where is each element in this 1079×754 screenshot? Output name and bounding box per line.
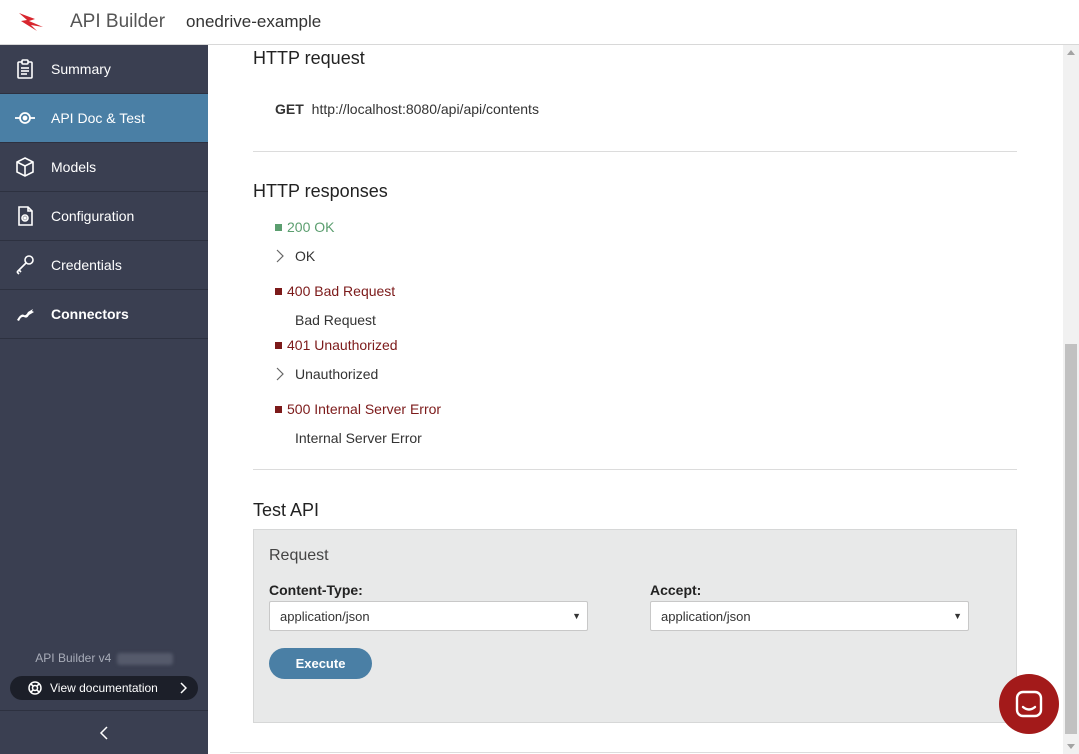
plug-icon	[14, 303, 36, 325]
app-name[interactable]: API Builder	[70, 11, 165, 33]
main-content: HTTP request GET http://localhost:8080/a…	[208, 45, 1063, 754]
chevron-right-icon[interactable]	[276, 249, 284, 263]
lifebuoy-icon	[28, 681, 42, 695]
project-name: onedrive-example	[186, 12, 322, 31]
scrollbar-thumb[interactable]	[1065, 344, 1077, 734]
version-text: API Builder v4	[35, 651, 112, 665]
sidebar-item-models[interactable]: Models	[0, 143, 208, 192]
response-code-text: 500 Internal Server Error	[287, 401, 442, 417]
request-line: GET http://localhost:8080/api/api/conten…	[275, 101, 539, 117]
api-node-icon	[14, 107, 36, 129]
sidebar-item-label: Credentials	[51, 257, 122, 273]
sidebar-item-label: Configuration	[51, 208, 135, 224]
clipboard-icon	[14, 58, 36, 80]
response-desc-text: Internal Server Error	[295, 430, 422, 446]
content-type-value: application/json	[280, 608, 370, 624]
execute-button[interactable]: Execute	[269, 648, 372, 679]
collapse-sidebar-button[interactable]	[0, 710, 208, 754]
sidebar: Summary API Doc & Test Models Configurat…	[0, 45, 208, 754]
response-code-text: 401 Unauthorized	[287, 337, 398, 353]
request-panel-title: Request	[269, 547, 329, 564]
status-ok-square	[275, 223, 282, 231]
view-documentation-button[interactable]: View documentation	[10, 676, 198, 700]
chat-icon	[1015, 690, 1043, 718]
sidebar-item-label: Models	[51, 159, 97, 175]
cube-icon	[14, 156, 36, 178]
http-responses-heading: HTTP responses	[253, 181, 388, 201]
response-desc-401[interactable]: Unauthorized	[276, 366, 379, 382]
request-url: http://localhost:8080/api/api/contents	[311, 101, 539, 117]
response-code-500: 500 Internal Server Error	[275, 401, 441, 417]
chevron-right-icon	[180, 682, 187, 694]
sidebar-item-connectors[interactable]: Connectors	[0, 290, 208, 339]
version-label: API Builder v4	[0, 651, 208, 665]
http-request-heading: HTTP request	[253, 48, 365, 68]
response-code-text: 200 OK	[287, 219, 335, 235]
sidebar-item-credentials[interactable]: Credentials	[0, 241, 208, 290]
sidebar-item-label: Summary	[51, 61, 111, 77]
status-error-square	[275, 405, 282, 413]
content-type-select[interactable]: application/json ▼	[269, 601, 588, 631]
response-code-401: 401 Unauthorized	[275, 337, 398, 353]
response-code-400: 400 Bad Request	[275, 283, 395, 299]
key-icon	[14, 254, 36, 276]
scrollbar[interactable]	[1063, 45, 1079, 754]
view-documentation-label: View documentation	[50, 681, 158, 695]
chevron-right-icon[interactable]	[276, 367, 284, 381]
response-desc-text: Unauthorized	[295, 366, 379, 382]
response-desc-200[interactable]: OK	[276, 248, 316, 264]
scroll-down-arrow-icon[interactable]	[1067, 744, 1075, 749]
chevron-left-icon	[99, 725, 108, 740]
sidebar-item-label: Connectors	[51, 306, 129, 322]
content-type-label: Content-Type:	[269, 582, 363, 598]
sidebar-item-summary[interactable]: Summary	[0, 45, 208, 94]
api-builder-logo-icon[interactable]	[17, 11, 47, 33]
test-api-heading: Test API	[253, 500, 320, 520]
dropdown-arrow-icon: ▼	[953, 611, 962, 621]
divider	[230, 752, 1040, 753]
divider	[253, 151, 1017, 152]
response-code-text: 400 Bad Request	[287, 283, 396, 299]
sidebar-item-configuration[interactable]: Configuration	[0, 192, 208, 241]
status-error-square	[275, 287, 282, 295]
accept-select[interactable]: application/json ▼	[650, 601, 969, 631]
request-method: GET	[275, 101, 304, 117]
test-api-panel: Request Content-Type: application/json ▼…	[253, 529, 1017, 723]
scroll-up-arrow-icon[interactable]	[1067, 50, 1075, 55]
chat-launcher-button[interactable]	[999, 674, 1059, 734]
sidebar-item-label: API Doc & Test	[51, 110, 145, 126]
top-bar: API Builder onedrive-example	[0, 0, 1079, 45]
response-desc-400: Bad Request	[295, 312, 376, 328]
config-file-icon	[14, 205, 36, 227]
response-code-200: 200 OK	[275, 219, 334, 235]
sidebar-item-api-doc-test[interactable]: API Doc & Test	[0, 94, 208, 143]
response-desc-500: Internal Server Error	[295, 430, 422, 446]
dropdown-arrow-icon: ▼	[572, 611, 581, 621]
response-desc-text: OK	[295, 248, 316, 264]
status-error-square	[275, 341, 282, 349]
accept-value: application/json	[661, 608, 751, 624]
accept-label: Accept:	[650, 582, 702, 598]
response-desc-text: Bad Request	[295, 312, 376, 328]
version-number-redacted	[116, 652, 173, 665]
divider	[253, 469, 1017, 470]
